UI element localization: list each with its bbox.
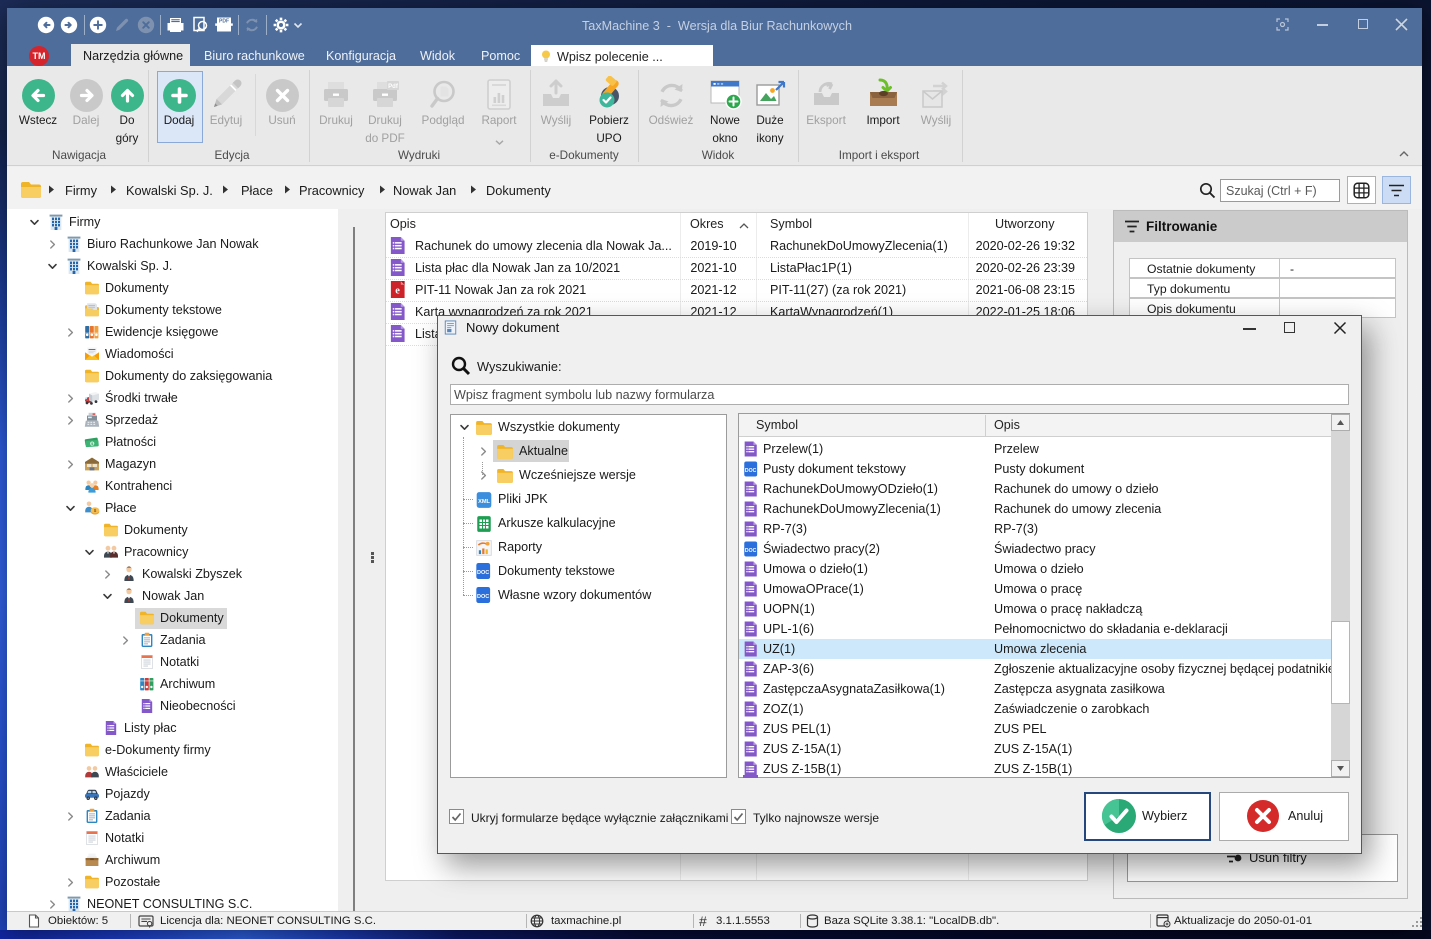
svg-text:PDF: PDF bbox=[219, 19, 229, 25]
svg-text:Pdf: Pdf bbox=[388, 84, 399, 90]
